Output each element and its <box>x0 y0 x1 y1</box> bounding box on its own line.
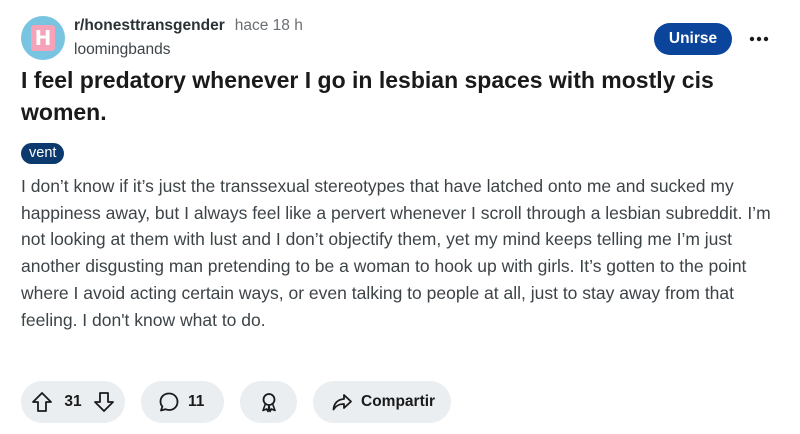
vote-control: 31 <box>21 381 125 423</box>
subreddit-name[interactable]: r/honesttransgender <box>74 17 225 35</box>
upvote-icon[interactable] <box>31 391 53 413</box>
post-time: hace 18 h <box>234 17 303 34</box>
avatar-logo: H <box>31 25 55 51</box>
more-options-icon[interactable] <box>744 24 774 54</box>
post-card: H r/honesttransgender hace 18 h loomingb… <box>0 0 800 434</box>
avatar-letter: H <box>34 26 52 50</box>
share-button[interactable]: Compartir <box>313 381 451 423</box>
action-bar: 31 11 Compartir <box>21 381 451 423</box>
comment-count: 11 <box>188 393 205 410</box>
post-title[interactable]: I feel predatory whenever I go in lesbia… <box>21 64 781 128</box>
comments-button[interactable]: 11 <box>141 381 224 423</box>
vote-count: 31 <box>64 393 82 410</box>
comment-icon <box>158 391 180 413</box>
join-button[interactable]: Unirse <box>654 23 732 55</box>
downvote-icon[interactable] <box>93 391 115 413</box>
share-icon <box>331 391 353 413</box>
post-meta: r/honesttransgender hace 18 h loomingban… <box>74 17 303 59</box>
share-label: Compartir <box>361 393 436 410</box>
award-icon <box>258 391 280 413</box>
post-body: I don’t know if it’s just the transsexua… <box>21 176 771 330</box>
subreddit-avatar[interactable]: H <box>21 16 65 60</box>
award-button[interactable] <box>240 381 297 423</box>
author-username[interactable]: loomingbands <box>74 41 303 59</box>
post-flair[interactable]: vent <box>21 143 65 164</box>
